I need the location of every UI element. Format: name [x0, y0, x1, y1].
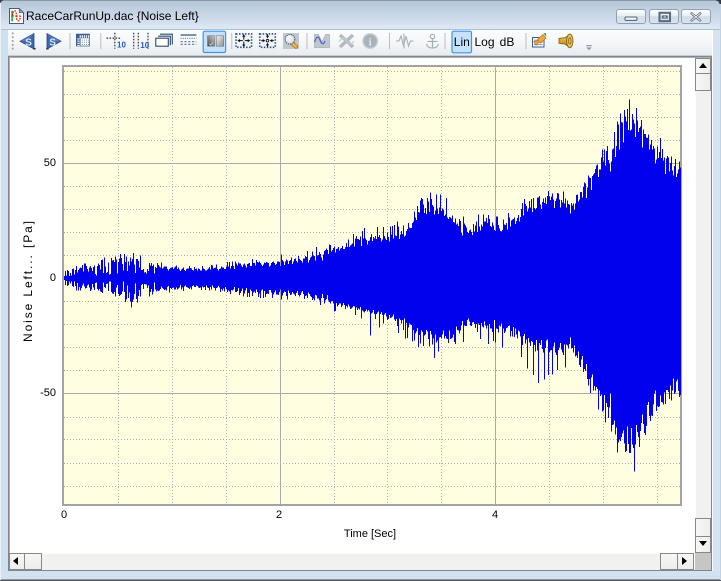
svg-text:S: S — [25, 37, 32, 48]
svg-text:Lin: Lin — [454, 35, 470, 49]
svg-text:i: i — [369, 37, 372, 49]
svg-text:10: 10 — [117, 40, 126, 49]
svg-text:10: 10 — [140, 41, 149, 50]
svg-text:S: S — [49, 37, 56, 48]
svg-text:Log: Log — [474, 35, 494, 49]
svg-text:dB: dB — [500, 35, 515, 49]
